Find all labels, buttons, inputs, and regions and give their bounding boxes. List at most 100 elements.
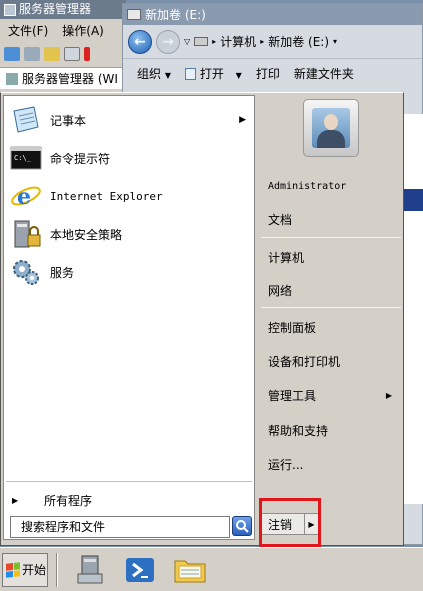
svg-text:e: e — [17, 184, 31, 210]
taskbar-powershell[interactable] — [122, 552, 158, 588]
start-button[interactable]: 开始 — [2, 552, 48, 587]
run-link[interactable]: 运行... — [268, 453, 398, 475]
svg-text:C:\_: C:\_ — [14, 154, 32, 162]
search-icon — [236, 520, 249, 533]
programs-separator — [6, 481, 252, 482]
right-separator — [261, 237, 401, 238]
admin-tools-label: 管理工具 — [268, 388, 317, 403]
server-icon — [6, 72, 18, 85]
services-gear-icon — [13, 260, 39, 285]
back-arrow-icon[interactable] — [4, 47, 20, 61]
user-avatar[interactable] — [303, 99, 359, 157]
organize-button[interactable]: 组织 ▼ — [137, 65, 171, 82]
submenu-arrow-icon: ▶ — [385, 390, 392, 400]
program-label: 服务 — [50, 265, 75, 280]
server-manager-titlebar[interactable]: 服务器管理器 — [0, 0, 126, 19]
admin-tools-link[interactable]: 管理工具 ▶ — [268, 384, 398, 406]
address-drive-icon — [194, 37, 209, 46]
network-label: 网络 — [268, 283, 293, 298]
all-programs-arrow-icon: ▶ — [12, 495, 19, 505]
cmd-icon: C:\_ — [10, 146, 42, 170]
forward-arrow-icon[interactable] — [24, 47, 40, 61]
forward-button[interactable]: → — [156, 29, 180, 54]
highlight-annotation — [259, 498, 321, 547]
program-label: 记事本 — [50, 113, 87, 128]
all-programs-button[interactable]: ▶ 所有程序 — [6, 488, 254, 512]
control-panel-link[interactable]: 控制面板 — [268, 316, 398, 338]
server-manager-toolbar — [0, 41, 126, 67]
documents-link[interactable]: 文档 — [268, 208, 398, 230]
taskbar-server-manager[interactable] — [72, 552, 108, 588]
chevron-down-icon[interactable]: ▾ — [333, 37, 337, 46]
drive-icon — [127, 9, 141, 20]
explorer-address-bar: ← → ▽ ▸ 计算机 ▸ 新加卷 (E:) ▾ — [123, 25, 422, 58]
documents-label: 文档 — [268, 212, 293, 227]
back-button[interactable]: ← — [128, 29, 152, 54]
devices-printers-label: 设备和打印机 — [268, 354, 341, 369]
chevron-right-icon: ▸ — [212, 37, 217, 46]
explorer-command-bar: 组织 ▼ 打开 ▼ 打印 新建文件夹 — [123, 58, 422, 88]
help-support-link[interactable]: 帮助和支持 — [268, 419, 398, 441]
server-manager-tree-item[interactable]: 服务器管理器 (WI — [0, 67, 126, 89]
powershell-icon — [126, 557, 154, 582]
ie-icon: e — [11, 184, 41, 210]
up-folder-icon[interactable] — [44, 47, 60, 61]
start-menu-programs-pane: 记事本 ▶ C:\_ 命令提示符 e Internet Explorer 本地安… — [3, 95, 255, 540]
submenu-arrow-icon[interactable]: ▶ — [239, 115, 246, 125]
chevron-right-icon[interactable]: ▸ — [260, 37, 264, 46]
user-folder-link[interactable]: Administrator — [268, 175, 398, 197]
chevron-down-icon: ▼ — [164, 71, 171, 80]
user-picture-icon — [312, 108, 350, 148]
tree-item-label: 服务器管理器 (WI — [22, 72, 118, 86]
server-manager-icon — [4, 3, 16, 16]
open-button[interactable]: 打开 ▼ — [185, 65, 242, 82]
new-folder-button[interactable]: 新建文件夹 — [294, 65, 354, 82]
run-label: 运行... — [268, 457, 304, 472]
program-ie[interactable]: e Internet Explorer — [10, 179, 250, 213]
all-programs-label: 所有程序 — [44, 493, 93, 508]
explorer-title: 新加卷 (E:) — [145, 8, 206, 22]
search-button[interactable] — [232, 516, 252, 536]
server-manager-icon — [77, 555, 103, 583]
search-input[interactable]: 搜索程序和文件 — [10, 516, 230, 538]
help-label: 帮助和支持 — [268, 423, 329, 438]
explorer-selected-row[interactable] — [403, 189, 423, 211]
devices-printers-link[interactable]: 设备和打印机 — [268, 350, 398, 372]
close-x-icon[interactable] — [84, 47, 90, 61]
program-label: Internet Explorer — [50, 189, 163, 203]
breadcrumb-computer[interactable]: 计算机 — [220, 33, 256, 50]
console-icon[interactable] — [64, 47, 80, 61]
menu-action[interactable]: 操作(A) — [62, 22, 104, 39]
program-local-security-policy[interactable]: 本地安全策略 — [10, 217, 250, 251]
control-panel-label: 控制面板 — [268, 320, 317, 335]
computer-link[interactable]: 计算机 — [268, 246, 398, 268]
explorer-titlebar[interactable]: 新加卷 (E:) — [123, 4, 422, 25]
menu-file[interactable]: 文件(F) — [8, 22, 48, 39]
history-dropdown-icon[interactable]: ▽ — [184, 37, 190, 46]
server-manager-menubar: 文件(F) 操作(A) — [0, 19, 126, 41]
start-label: 开始 — [22, 563, 47, 577]
program-services[interactable]: 服务 — [10, 255, 250, 289]
security-policy-icon — [14, 220, 41, 248]
open-label: 打开 — [199, 67, 224, 81]
network-link[interactable]: 网络 — [268, 279, 398, 301]
explorer-file-pane[interactable] — [403, 114, 423, 504]
taskbar-explorer[interactable] — [172, 552, 208, 588]
taskbar: 开始 — [0, 547, 423, 591]
notepad-icon — [13, 106, 39, 133]
right-separator — [261, 307, 401, 308]
print-button[interactable]: 打印 — [256, 65, 280, 82]
organize-label: 组织 — [137, 67, 162, 81]
user-name: Administrator — [268, 180, 347, 192]
open-doc-icon — [185, 68, 196, 80]
computer-label: 计算机 — [268, 250, 305, 265]
server-manager-title: 服务器管理器 — [19, 2, 92, 16]
server-manager-window: 服务器管理器 文件(F) 操作(A) 服务器管理器 (WI — [0, 0, 126, 100]
program-notepad[interactable]: 记事本 ▶ — [10, 103, 250, 137]
program-cmd[interactable]: C:\_ 命令提示符 — [10, 141, 250, 175]
breadcrumb-drive[interactable]: 新加卷 (E:) — [268, 33, 329, 50]
windows-logo-icon — [6, 561, 20, 578]
start-menu-right-pane: Administrator 文档 计算机 网络 控制面板 设备和打印机 管理工具… — [257, 93, 403, 545]
taskbar-separator — [56, 552, 58, 587]
program-label: 本地安全策略 — [50, 227, 123, 242]
